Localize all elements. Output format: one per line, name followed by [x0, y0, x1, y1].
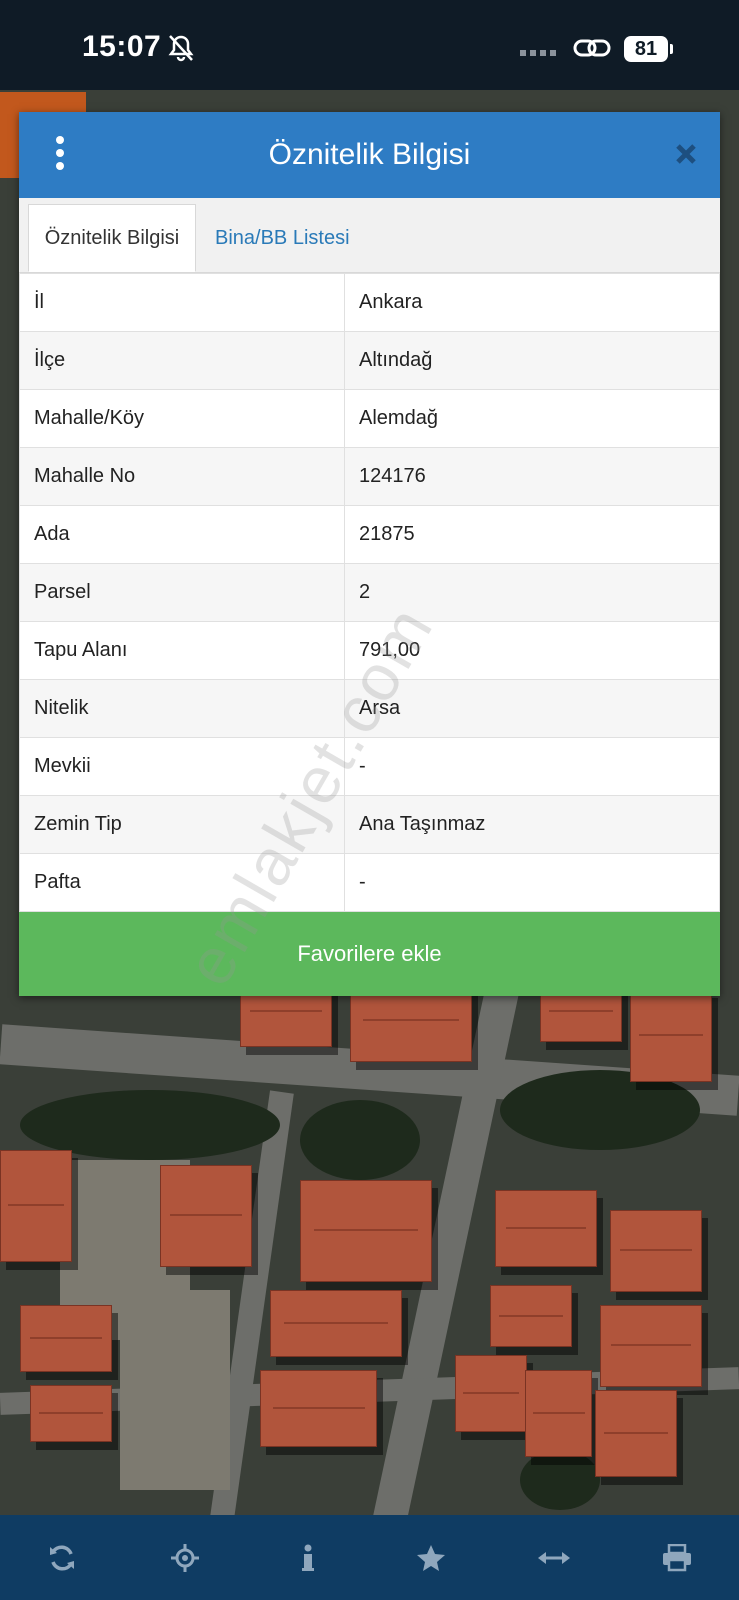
- row-value: Ankara: [344, 273, 720, 332]
- row-value: Arsa: [344, 679, 720, 738]
- table-row: İl Ankara: [19, 273, 720, 332]
- star-icon: [417, 1544, 446, 1571]
- table-row: Zemin Tip Ana Taşınmaz: [19, 795, 720, 854]
- tab-building-list[interactable]: Bina/BB Listesi: [201, 204, 364, 272]
- add-favorite-button[interactable]: Favorilere ekle: [19, 912, 720, 996]
- favorites-button[interactable]: [401, 1528, 461, 1588]
- tab-attribute-info[interactable]: Öznitelik Bilgisi: [28, 204, 196, 272]
- close-icon[interactable]: [670, 138, 702, 170]
- row-key: İl: [19, 273, 345, 332]
- battery-level: 81: [634, 37, 658, 60]
- row-key: İlçe: [19, 331, 345, 390]
- row-key: Ada: [19, 505, 345, 564]
- dialog-title: Öznitelik Bilgisi: [268, 138, 471, 171]
- row-key: Mevkii: [19, 737, 345, 796]
- attribute-table: İl Ankara İlçe Altındağ Mahalle/Köy Alemdağ…: [19, 273, 720, 912]
- status-bar: 15:07 81: [0, 0, 739, 90]
- print-button[interactable]: [647, 1528, 707, 1588]
- row-value: 21875: [344, 505, 720, 564]
- measure-icon: [538, 1551, 571, 1564]
- row-key: Mahalle No: [19, 447, 345, 506]
- info-button[interactable]: [278, 1528, 338, 1588]
- dialog-tabs: Öznitelik Bilgisi Bina/BB Listesi: [19, 198, 720, 273]
- status-time: 15:07: [82, 30, 162, 63]
- measure-button[interactable]: [524, 1528, 584, 1588]
- row-value: -: [344, 737, 720, 796]
- row-value: 2: [344, 563, 720, 622]
- locate-icon: [170, 1543, 199, 1572]
- table-row: Pafta -: [19, 853, 720, 912]
- print-icon: [663, 1543, 692, 1571]
- row-value: Alemdağ: [344, 389, 720, 448]
- more-vertical-icon[interactable]: [49, 136, 71, 174]
- table-row: Nitelik Arsa: [19, 679, 720, 738]
- table-row: Tapu Alanı 791,00: [19, 621, 720, 680]
- table-row: Parsel 2: [19, 563, 720, 622]
- refresh-button[interactable]: [32, 1528, 92, 1588]
- locate-button[interactable]: [155, 1528, 215, 1588]
- row-value: Ana Taşınmaz: [344, 795, 720, 854]
- row-key: Mahalle/Köy: [19, 389, 345, 448]
- row-key: Nitelik: [19, 679, 345, 738]
- row-value: -: [344, 853, 720, 912]
- row-key: Tapu Alanı: [19, 621, 345, 680]
- table-row: İlçe Altındağ: [19, 331, 720, 390]
- row-key: Pafta: [19, 853, 345, 912]
- table-row: Mevkii -: [19, 737, 720, 796]
- row-value: Altındağ: [344, 331, 720, 390]
- link-icon: [573, 39, 611, 57]
- dialog-header: Öznitelik Bilgisi: [19, 112, 720, 198]
- battery-icon: 81: [624, 36, 673, 62]
- bell-muted-icon: [168, 35, 194, 62]
- table-row: Ada 21875: [19, 505, 720, 564]
- table-row: Mahalle No 124176: [19, 447, 720, 506]
- row-key: Parsel: [19, 563, 345, 622]
- info-icon: [301, 1544, 314, 1571]
- row-value: 124176: [344, 447, 720, 506]
- bottom-toolbar: [0, 1515, 739, 1600]
- attribute-dialog: Öznitelik Bilgisi Öznitelik Bilgisi Bina…: [19, 112, 720, 996]
- table-row: Mahalle/Köy Alemdağ: [19, 389, 720, 448]
- signal-dots-icon: [520, 50, 560, 56]
- row-key: Zemin Tip: [19, 795, 345, 854]
- refresh-icon: [49, 1544, 74, 1571]
- row-value: 791,00: [344, 621, 720, 680]
